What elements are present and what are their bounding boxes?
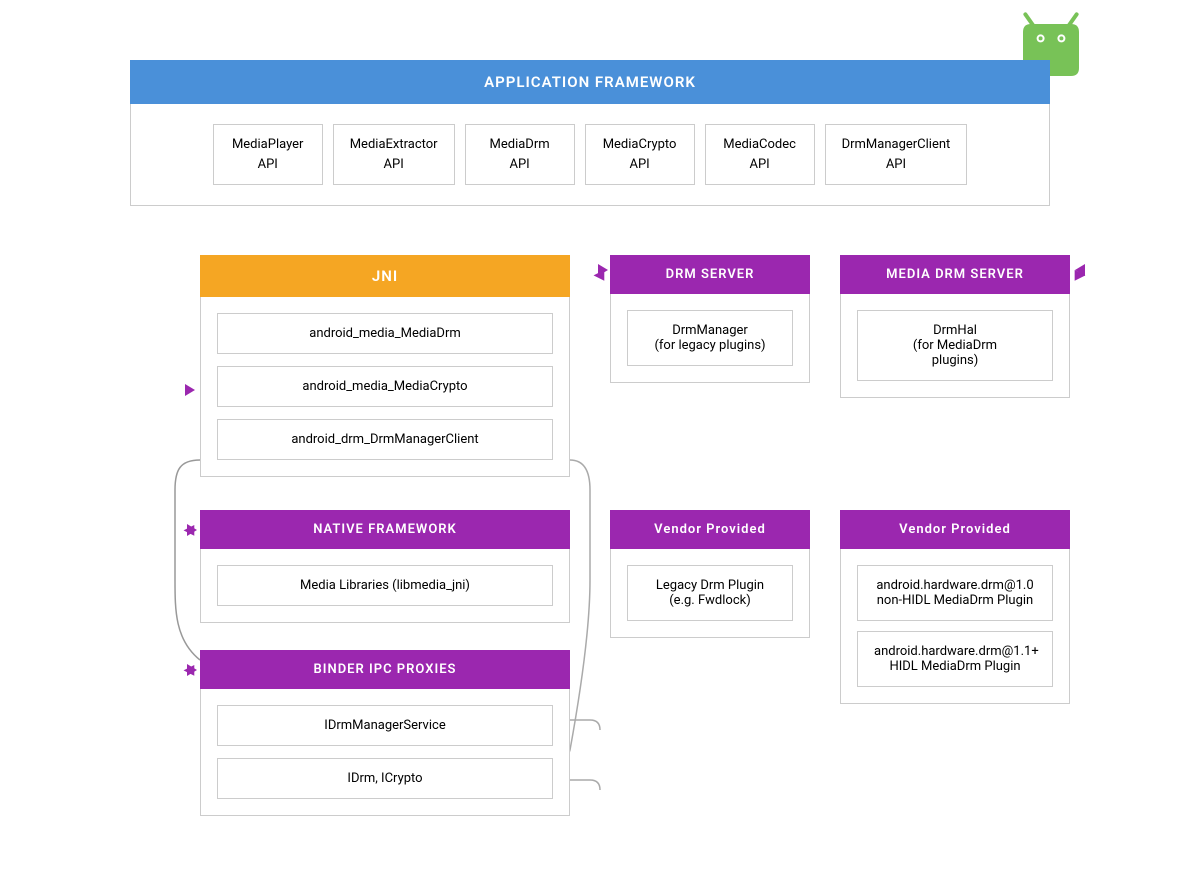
app-framework-header: APPLICATION FRAMEWORK	[130, 60, 1050, 104]
api-box-mediadrm: MediaDrmAPI	[465, 124, 575, 185]
binder-header: ◄ BINDER IPC PROXIES	[200, 650, 570, 689]
api-box-mediacrypto: MediaCryptoAPI	[585, 124, 695, 185]
vendor-left-header: Vendor Provided	[610, 510, 810, 549]
drm-server-section: ◄ DRM SERVER DrmManager(for legacy plugi…	[610, 255, 810, 383]
jni-section: JNI android_media_MediaDrm android_media…	[200, 255, 570, 477]
api-box-mediacodec: MediaCodecAPI	[705, 124, 815, 185]
vendor-right-item-1: android.hardware.drm@1.0non-HIDL MediaDr…	[857, 565, 1053, 621]
native-framework-section: ◄ NATIVE FRAMEWORK Media Libraries (libm…	[200, 510, 570, 623]
binder-body: IDrmManagerService IDrm, ICrypto	[200, 689, 570, 816]
api-box-mediaplayer: MediaPlayerAPI	[213, 124, 323, 185]
native-framework-item-medialibraries: Media Libraries (libmedia_jni)	[217, 565, 553, 606]
vendor-right-header: Vendor Provided	[840, 510, 1070, 549]
media-drm-server-body: DrmHal(for MediaDrmplugins)	[840, 294, 1070, 398]
jni-header: JNI	[200, 255, 570, 297]
media-drm-server-item-drmhal: DrmHal(for MediaDrmplugins)	[857, 310, 1053, 381]
jni-item-mediacrypto: android_media_MediaCrypto	[217, 366, 553, 407]
binder-section: ◄ BINDER IPC PROXIES IDrmManagerService …	[200, 650, 570, 816]
drm-server-body: DrmManager(for legacy plugins)	[610, 294, 810, 383]
diagram-container: APPLICATION FRAMEWORK MediaPlayerAPI Med…	[0, 0, 1191, 890]
native-framework-body: Media Libraries (libmedia_jni)	[200, 549, 570, 623]
vendor-right-body: android.hardware.drm@1.0non-HIDL MediaDr…	[840, 549, 1070, 704]
media-drm-server-header: ► MEDIA DRM SERVER	[840, 255, 1070, 294]
drm-server-header: ◄ DRM SERVER	[610, 255, 810, 294]
jni-item-drmmanagerclient: android_drm_DrmManagerClient	[217, 419, 553, 460]
app-framework-body: MediaPlayerAPI MediaExtractorAPI MediaDr…	[130, 104, 1050, 206]
binder-item-idrmmanagerservice: IDrmManagerService	[217, 705, 553, 746]
vendor-left-item-legacy: Legacy Drm Plugin(e.g. Fwdlock)	[627, 565, 793, 621]
vendor-left-body: Legacy Drm Plugin(e.g. Fwdlock)	[610, 549, 810, 638]
native-framework-header: ◄ NATIVE FRAMEWORK	[200, 510, 570, 549]
vendor-right-section: Vendor Provided android.hardware.drm@1.0…	[840, 510, 1070, 704]
binder-item-idrm-icrypto: IDrm, ICrypto	[217, 758, 553, 799]
api-box-mediaextractor: MediaExtractorAPI	[333, 124, 455, 185]
api-box-drmmanagerclient: DrmManagerClientAPI	[825, 124, 968, 185]
drm-server-item-drmmanager: DrmManager(for legacy plugins)	[627, 310, 793, 366]
vendor-left-section: Vendor Provided Legacy Drm Plugin(e.g. F…	[610, 510, 810, 638]
vendor-right-item-2: android.hardware.drm@1.1+HIDL MediaDrm P…	[857, 631, 1053, 687]
app-framework: APPLICATION FRAMEWORK MediaPlayerAPI Med…	[130, 60, 1050, 206]
jni-item-mediadrm: android_media_MediaDrm	[217, 313, 553, 354]
jni-body: android_media_MediaDrm android_media_Med…	[200, 297, 570, 477]
media-drm-server-section: ► MEDIA DRM SERVER DrmHal(for MediaDrmpl…	[840, 255, 1070, 398]
